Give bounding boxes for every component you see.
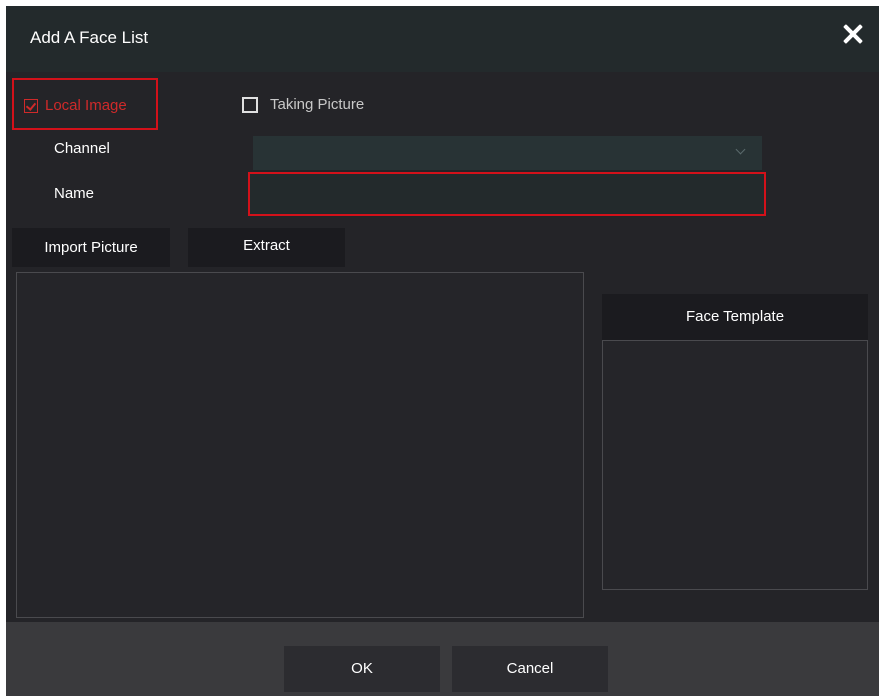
taking-picture-label: Taking Picture bbox=[270, 96, 365, 113]
dialog-title: Add A Face List bbox=[30, 28, 149, 47]
face-template-area bbox=[602, 340, 868, 590]
channel-select[interactable] bbox=[253, 136, 762, 170]
ok-button[interactable]: OK bbox=[284, 646, 440, 692]
taking-picture-checkbox[interactable] bbox=[242, 97, 258, 113]
local-image-label: Local Image bbox=[45, 97, 127, 114]
close-icon[interactable] bbox=[839, 20, 867, 48]
chevron-down-icon bbox=[735, 144, 746, 155]
face-template-header: Face Template bbox=[602, 294, 868, 340]
name-input[interactable] bbox=[248, 172, 766, 216]
name-label: Name bbox=[54, 185, 95, 202]
channel-label: Channel bbox=[54, 140, 110, 157]
import-picture-button[interactable]: Import Picture bbox=[12, 228, 170, 267]
local-image-checkbox[interactable] bbox=[24, 99, 38, 113]
dialog-footer bbox=[6, 622, 879, 696]
image-preview-area bbox=[16, 272, 584, 618]
taking-picture-option[interactable]: Taking Picture bbox=[242, 94, 422, 118]
local-image-option[interactable]: Local Image bbox=[12, 78, 158, 130]
extract-button[interactable]: Extract bbox=[188, 228, 345, 267]
cancel-button[interactable]: Cancel bbox=[452, 646, 608, 692]
dialog-title-bar: Add A Face List bbox=[6, 6, 879, 72]
add-face-list-dialog: Add A Face List Local Image Taking Pictu… bbox=[6, 6, 879, 696]
